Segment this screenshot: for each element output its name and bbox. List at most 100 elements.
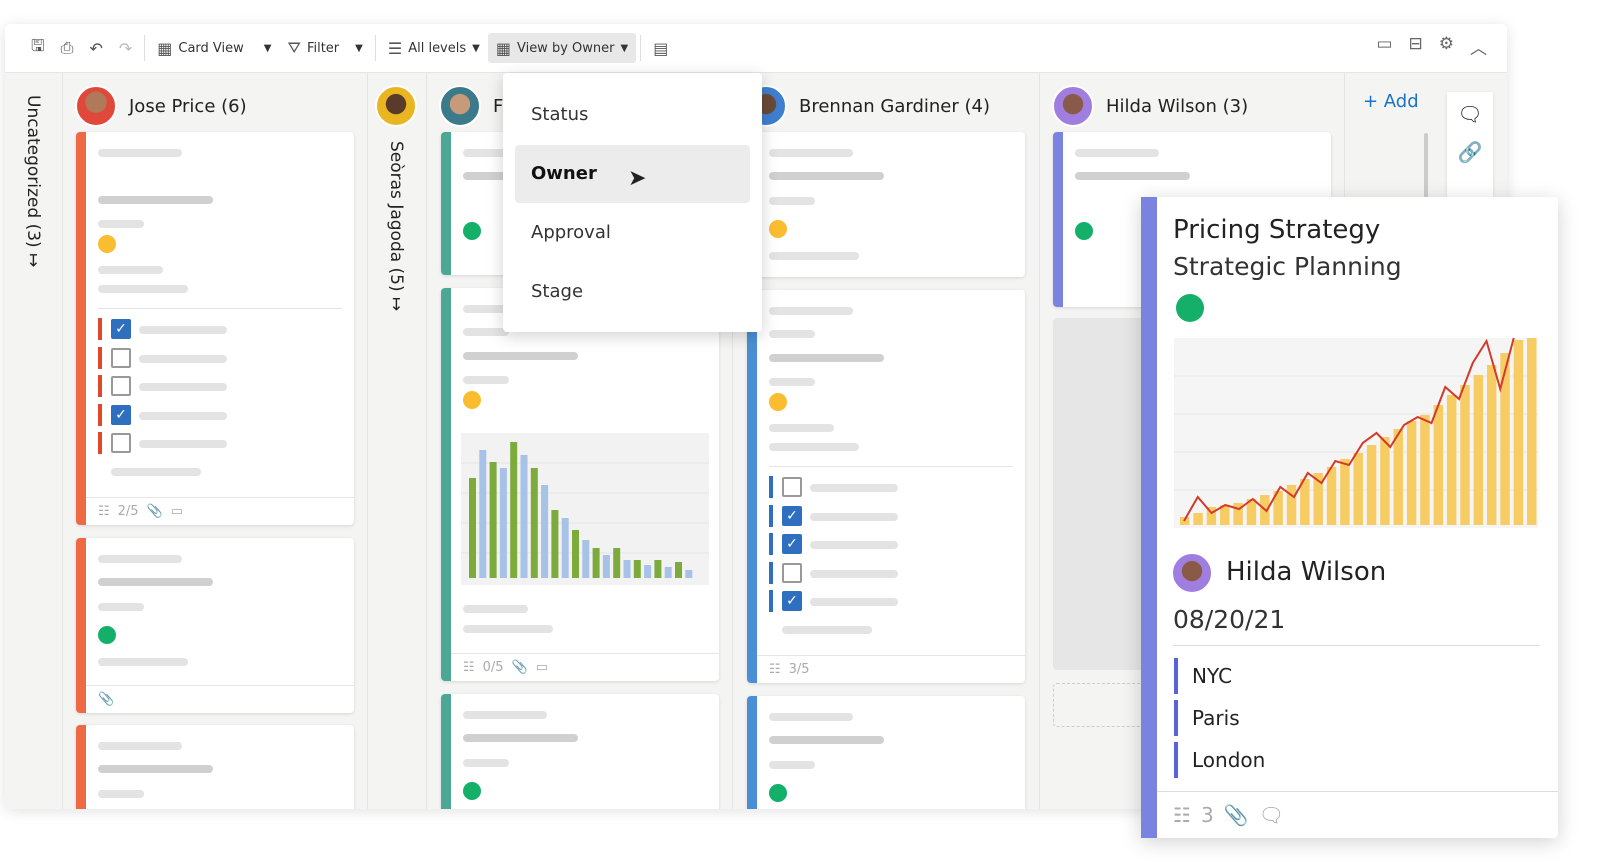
status-dot <box>463 222 481 240</box>
checkbox[interactable]: ✓ <box>782 505 802 526</box>
card-view-label: Card View <box>178 40 244 56</box>
card[interactable]: ☷ 0/5 📎 ▭ <box>441 288 719 681</box>
chart-bar <box>1446 395 1457 525</box>
checkbox[interactable] <box>111 433 131 453</box>
checkbox[interactable]: ✓ <box>782 591 802 611</box>
column-header[interactable]: Hilda Wilson (3) <box>1052 85 1248 127</box>
dropdown-option-approval[interactable]: Approval <box>515 204 750 262</box>
levels-icon: ☰ <box>387 38 403 58</box>
checkbox[interactable]: ✓ <box>782 534 802 554</box>
chart-bar <box>1486 365 1497 525</box>
chart-bar <box>685 570 693 578</box>
chart-bar <box>479 450 487 578</box>
card-detail-popup[interactable]: Pricing Strategy Strategic Planning Hild… <box>1141 197 1558 838</box>
priority-marker <box>98 403 102 426</box>
chart-bar <box>541 485 549 578</box>
add-column-button[interactable]: + Add <box>1363 91 1419 112</box>
comment-icon: ▭ <box>170 504 184 519</box>
table-icon[interactable]: ▤ <box>645 33 676 63</box>
chart-bar <box>664 567 672 578</box>
scrollbar[interactable] <box>1424 133 1428 203</box>
print-icon[interactable]: ⎙ <box>53 33 82 63</box>
chart-bar <box>1433 405 1444 525</box>
chart-bar <box>469 478 476 578</box>
all-levels-button[interactable]: ☰ All levels ▼ <box>380 33 488 63</box>
mouse-cursor-icon: ➤ <box>628 166 647 191</box>
toolbar-right: ▭ ⊟ ⚙ ︿ <box>1376 34 1487 59</box>
gear-icon[interactable]: ⚙ <box>1439 34 1454 59</box>
trend-chart <box>1174 338 1538 528</box>
chart-bar <box>1326 467 1337 525</box>
card[interactable] <box>441 694 719 809</box>
avatar <box>1052 85 1094 127</box>
checkbox[interactable]: ✓ <box>111 404 131 425</box>
checklist-icon: ☷ <box>463 660 475 675</box>
split-view-icon[interactable]: ⊟ <box>1409 34 1423 59</box>
dropdown-option-stage[interactable]: Stage <box>515 263 750 321</box>
checkbox[interactable]: ✓ <box>111 319 131 339</box>
chart-bar <box>1513 340 1524 525</box>
owner-name: Hilda Wilson <box>1226 557 1387 587</box>
priority-marker <box>769 590 773 612</box>
card[interactable] <box>76 725 354 809</box>
column-title[interactable]: Seòras Jagoda (5) ↦ <box>386 141 406 311</box>
column-seoras-jagoda: Seòras Jagoda (5) ↦ <box>368 73 427 809</box>
toolbar: 🖫 ⎙ ↶ ↷ ▦ Card View ▼ ⛛ Filter ▼ ☰ All levels… <box>5 24 1507 73</box>
chart-bar <box>510 442 518 578</box>
chart-bar <box>1527 338 1537 525</box>
priority-marker <box>769 476 773 498</box>
status-dot <box>463 782 481 800</box>
checkbox[interactable] <box>111 376 131 396</box>
chevron-down-icon: ▼ <box>620 42 629 54</box>
mini-bar-chart <box>461 433 709 585</box>
checkbox[interactable] <box>782 477 802 497</box>
chevron-up-icon[interactable]: ︿ <box>1470 34 1487 59</box>
column-uncategorized: Uncategorized (3) ↦ <box>5 73 63 809</box>
card[interactable]: ✓ ✓ ☷ 2/5 📎 ▭ <box>76 132 354 525</box>
paperclip-icon: 📎 <box>1223 803 1249 827</box>
column-jose-price: Jose Price (6) ✓ ✓ ☷ 2/5 📎 ▭ 📎 <box>63 73 368 809</box>
column-header[interactable]: Jose Price (6) <box>75 85 247 127</box>
chevron-down-icon: ▼ <box>355 42 363 54</box>
dropdown-option-status[interactable]: Status <box>515 86 750 144</box>
card[interactable]: 📎 <box>76 538 354 713</box>
column-title: Hilda Wilson (3) <box>1106 95 1249 117</box>
chevron-down-icon: ▼ <box>263 42 272 54</box>
card-view-button[interactable]: ▦ Card View ▼ <box>149 33 279 63</box>
column-brennan-gardiner: Brennan Gardiner (4) ✓ ✓ ✓ ☷ 3/5 <box>733 73 1040 809</box>
filter-button[interactable]: ⛛ Filter ▼ <box>280 33 371 63</box>
chart-bar <box>1406 421 1417 525</box>
undo-icon[interactable]: ↶ <box>81 33 110 63</box>
paperclip-icon: 📎 <box>98 692 115 707</box>
column-header[interactable]: Brennan Gardiner (4) <box>745 85 990 127</box>
card-footer: ☷ 0/5 📎 ▭ <box>451 653 719 681</box>
save-icon[interactable]: 🖫 <box>23 33 53 63</box>
redo-icon[interactable]: ↷ <box>111 33 140 63</box>
status-dot <box>769 784 787 802</box>
chart-bar <box>530 468 538 578</box>
side-panel: 🗨 🔗 <box>1447 92 1493 202</box>
paperclip-icon[interactable]: 🔗 <box>1447 140 1493 164</box>
column-title[interactable]: Uncategorized (3) ↦ <box>23 95 43 267</box>
chart-bar <box>1286 485 1297 525</box>
chart-bar <box>675 562 682 578</box>
chart-bar <box>1366 445 1377 525</box>
chart-bar <box>1193 513 1203 525</box>
view-by-dropdown: Status Owner Approval Stage <box>503 73 762 332</box>
priority-marker <box>98 346 102 369</box>
card[interactable] <box>747 132 1025 277</box>
comment-icon[interactable]: 🗨 <box>1447 102 1493 126</box>
checkbox[interactable] <box>782 562 802 583</box>
view-by-button[interactable]: ▦ View by Owner ▼ <box>487 33 637 63</box>
filter-label: Filter <box>306 40 340 56</box>
divider <box>144 35 146 61</box>
checkbox[interactable] <box>111 347 131 368</box>
chart-bar <box>1500 353 1510 525</box>
status-dot <box>769 393 787 411</box>
card[interactable] <box>747 696 1025 809</box>
column-header[interactable]: F <box>439 85 503 127</box>
status-dot <box>1176 294 1204 322</box>
card[interactable]: ✓ ✓ ✓ ☷ 3/5 <box>747 290 1025 683</box>
location-tag: NYC <box>1174 658 1232 694</box>
collapse-rows-icon[interactable]: ▭ <box>1376 34 1392 59</box>
